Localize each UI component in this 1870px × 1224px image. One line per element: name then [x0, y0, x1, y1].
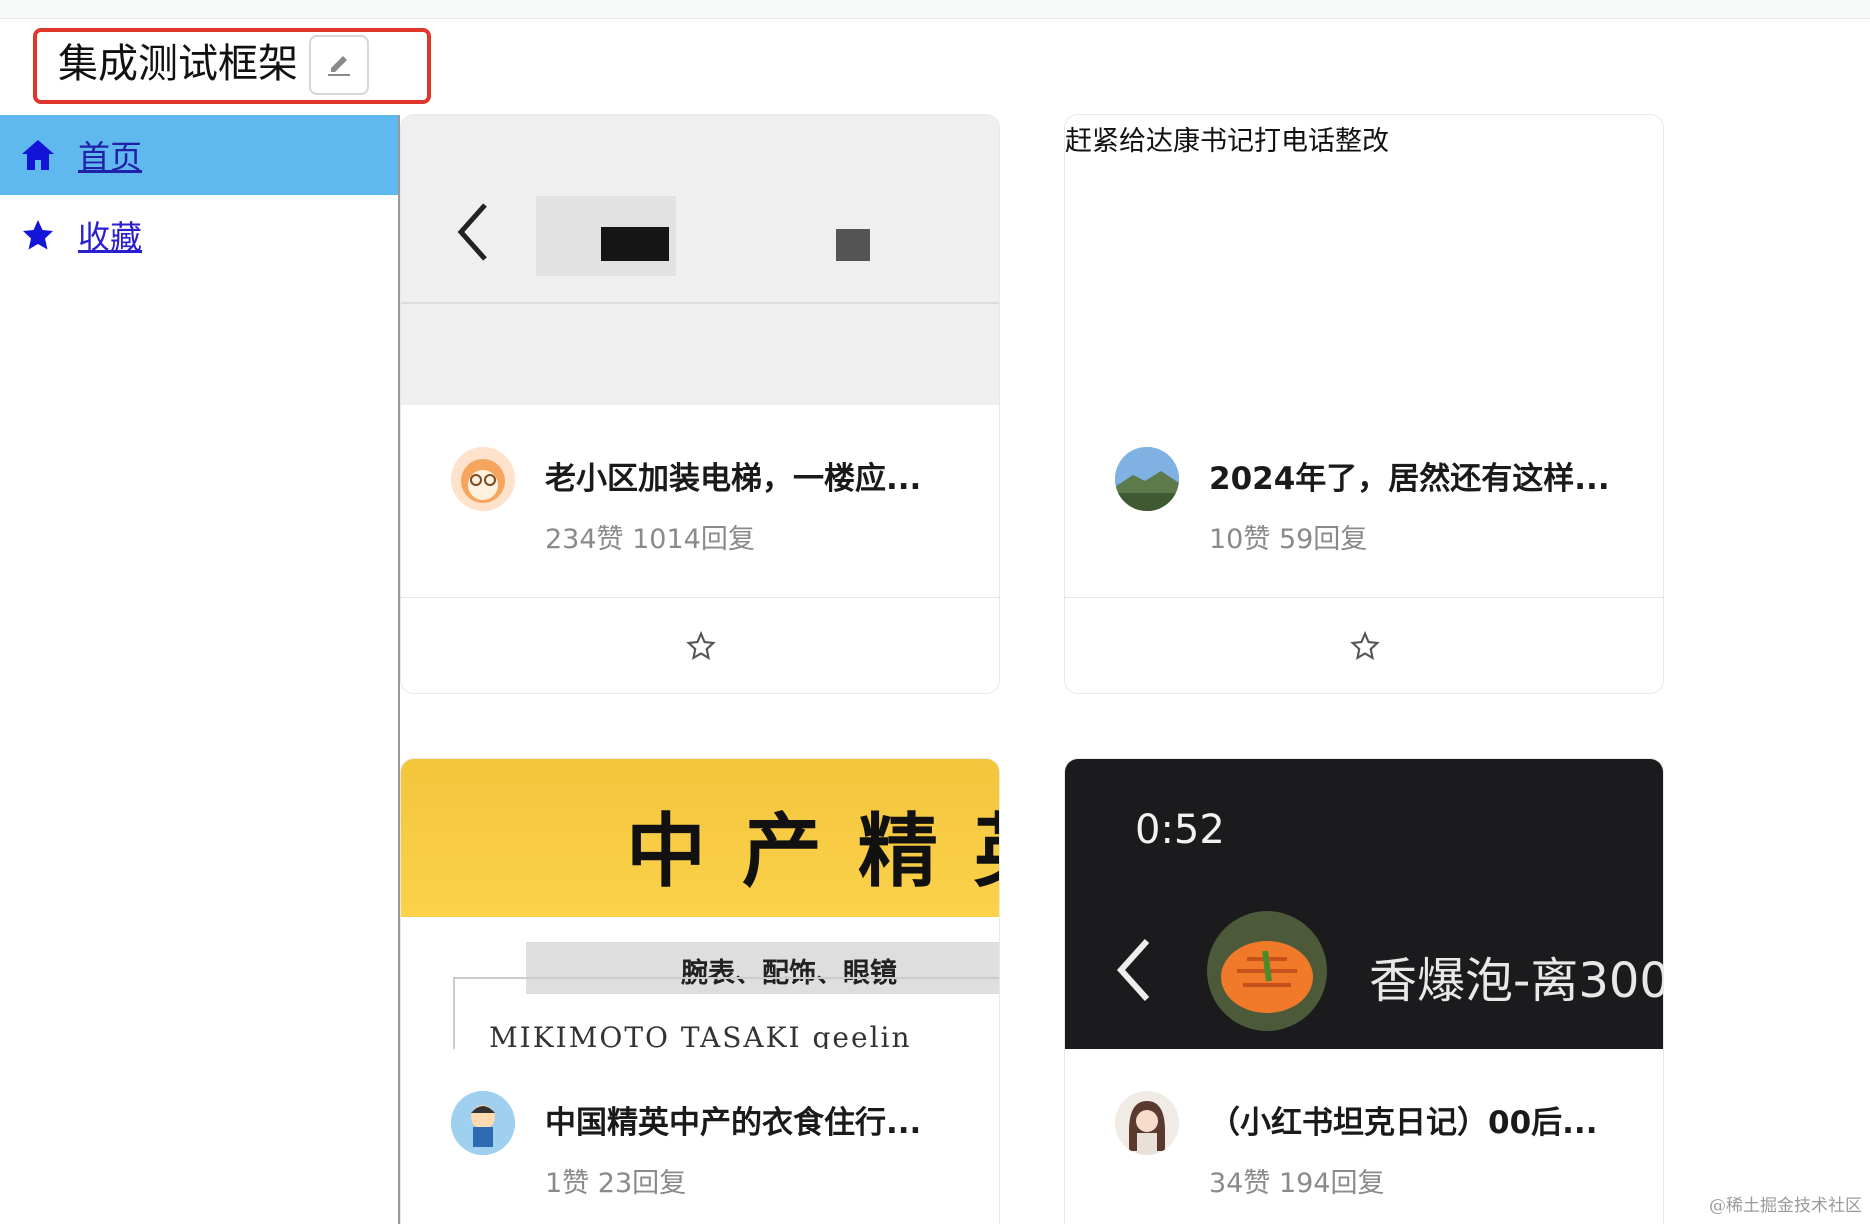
post-card[interactable]: 0:52 香爆泡-离300 （小红书坦克日记）00后... 34赞 194回复	[1064, 758, 1664, 1224]
cover-text: 赶紧给达康书记打电话整改	[1065, 126, 1389, 157]
post-stats: 10赞 59回复	[1209, 524, 1368, 555]
cover-banner: 中 产 精 英	[626, 805, 999, 898]
post-cover-image: 中 产 精 英 腕表、配饰、眼镜 MIKIMOTO TASAKI qeelin	[401, 759, 999, 1049]
video-timestamp: 0:52	[1135, 807, 1225, 853]
post-title[interactable]: 2024年了，居然还有这样...	[1209, 453, 1610, 498]
page-title: 集成测试框架	[58, 41, 298, 87]
cover-caption: 香爆泡-离300	[1369, 953, 1664, 1009]
back-arrow-icon	[457, 203, 487, 261]
sidebar-item-favorites[interactable]: 收藏	[0, 195, 398, 275]
post-card[interactable]: 老小区加装电梯，一楼应... 234赞 1014回复	[400, 114, 1000, 694]
browser-top-strip	[0, 0, 1870, 19]
sidebar-item-label: 收藏	[78, 218, 143, 256]
watermark: @稀土掘金技术社区	[1709, 1196, 1862, 1216]
avatar[interactable]	[451, 1091, 515, 1155]
sidebar-item-home[interactable]: 首页	[0, 115, 398, 195]
avatar[interactable]	[1115, 1091, 1179, 1155]
sidebar-item-label: 首页	[78, 138, 143, 176]
favorite-star-icon[interactable]	[1345, 626, 1385, 666]
avatar[interactable]	[1115, 447, 1179, 511]
post-stats: 34赞 194回复	[1209, 1168, 1385, 1199]
star-icon	[18, 215, 58, 255]
post-title[interactable]: 老小区加装电梯，一楼应...	[545, 453, 921, 498]
post-title[interactable]: （小红书坦克日记）00后...	[1209, 1097, 1597, 1142]
card-footer	[1065, 597, 1663, 693]
post-card[interactable]: 中 产 精 英 腕表、配饰、眼镜 MIKIMOTO TASAKI qeelin …	[400, 758, 1000, 1224]
post-stats: 1赞 23回复	[545, 1168, 687, 1199]
post-cover-image: 0:52 香爆泡-离300	[1065, 759, 1664, 1049]
cover-brands: MIKIMOTO TASAKI qeelin	[489, 1021, 912, 1049]
favorite-star-icon[interactable]	[681, 626, 721, 666]
post-cover-image	[401, 115, 999, 405]
pencil-icon	[324, 48, 354, 82]
edit-title-button[interactable]	[309, 35, 369, 95]
home-icon	[18, 135, 58, 175]
sidebar: 首页 收藏	[0, 115, 400, 1224]
post-card[interactable]: 赶紧给达康书记打电话整改 2024年了，居然还有这样... 10赞 59回复	[1064, 114, 1664, 694]
post-title[interactable]: 中国精英中产的衣食住行...	[545, 1097, 921, 1142]
post-stats: 234赞 1014回复	[545, 524, 755, 555]
food-image	[1207, 911, 1327, 1031]
card-footer	[401, 597, 999, 693]
back-arrow-icon	[1116, 938, 1150, 1002]
post-cover-image: 赶紧给达康书记打电话整改	[1065, 115, 1663, 405]
avatar[interactable]	[451, 447, 515, 511]
